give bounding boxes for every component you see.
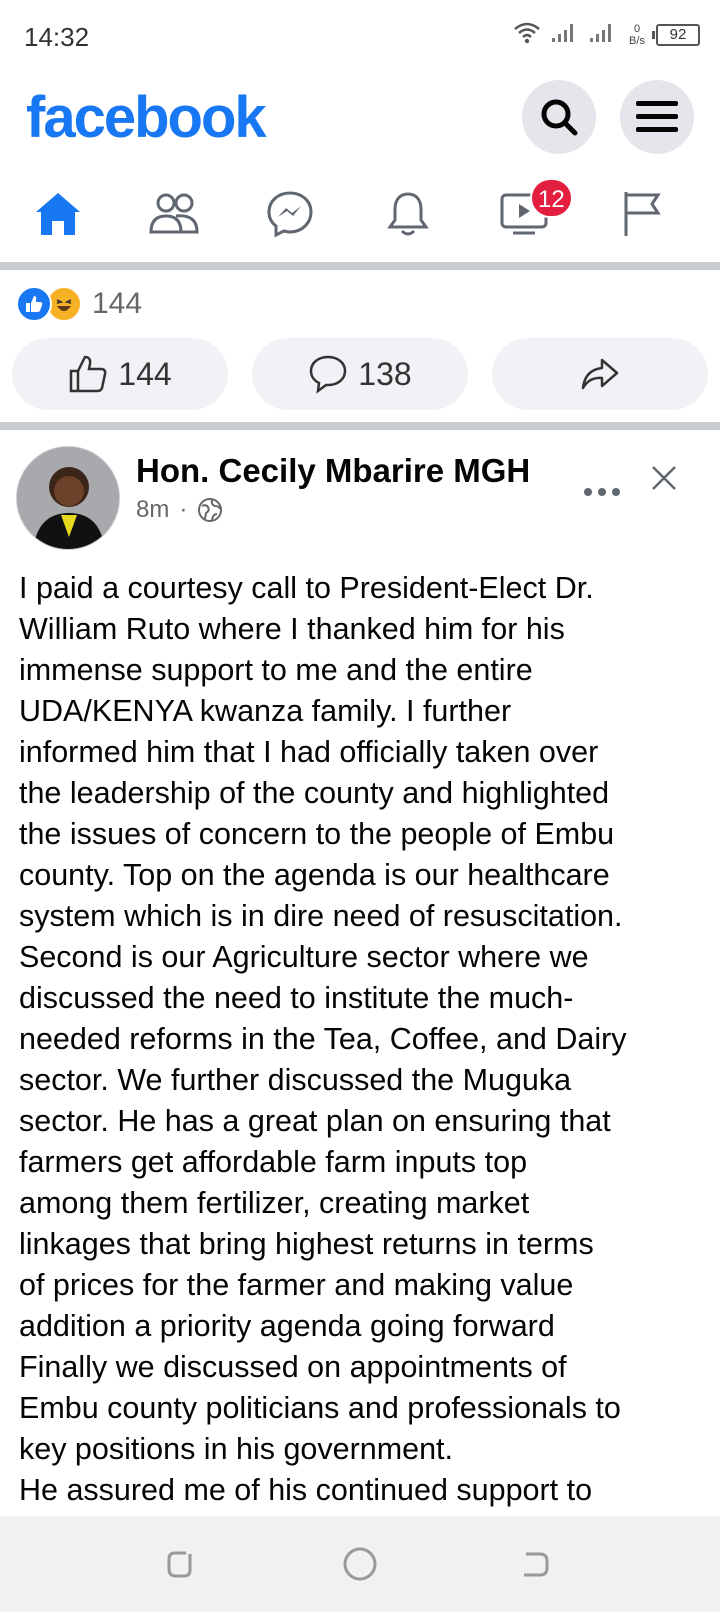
search-button[interactable] bbox=[522, 80, 596, 154]
thumbs-up-icon bbox=[70, 355, 107, 393]
tab-friends[interactable] bbox=[124, 172, 224, 256]
tab-messenger[interactable] bbox=[240, 172, 340, 256]
post-time[interactable]: 8m bbox=[136, 496, 169, 524]
tab-home[interactable] bbox=[8, 172, 108, 256]
more-options-button[interactable] bbox=[582, 468, 622, 507]
post-meta: 8m · bbox=[136, 496, 223, 524]
friends-icon bbox=[149, 193, 199, 234]
reactions-summary[interactable]: 144 bbox=[16, 284, 142, 324]
back-icon bbox=[524, 1552, 549, 1577]
comment-icon bbox=[310, 355, 347, 394]
more-horizontal-icon bbox=[584, 488, 620, 496]
recent-apps-button[interactable] bbox=[158, 1542, 202, 1586]
watch-badge: 12 bbox=[530, 178, 573, 218]
post-body: I paid a courtesy call to President-Elec… bbox=[19, 571, 627, 1507]
hide-post-button[interactable] bbox=[650, 464, 678, 497]
search-icon bbox=[541, 99, 578, 136]
hamburger-menu-icon bbox=[636, 101, 678, 132]
like-reaction-icon bbox=[16, 286, 52, 322]
system-nav-bar bbox=[0, 1516, 720, 1612]
close-icon bbox=[652, 466, 676, 490]
status-bar: 14:32 0 B/s 92 bbox=[0, 0, 720, 72]
post-header: Hon. Cecily Mbarire MGH 8m · bbox=[0, 440, 720, 560]
bell-icon bbox=[387, 192, 429, 236]
recent-apps-icon bbox=[167, 1551, 192, 1578]
section-divider bbox=[0, 262, 720, 270]
like-count: 144 bbox=[118, 355, 172, 392]
tab-notifications[interactable] bbox=[358, 172, 458, 256]
signal-icon-2 bbox=[588, 20, 618, 49]
network-speed-value: 0 bbox=[633, 22, 641, 35]
network-speed-unit: B/s bbox=[629, 34, 645, 47]
author-avatar[interactable] bbox=[16, 446, 120, 550]
globe-icon bbox=[198, 498, 223, 522]
app-header: facebook bbox=[0, 72, 720, 164]
home-icon bbox=[36, 193, 80, 235]
comment-button[interactable]: 138 bbox=[252, 338, 468, 410]
flag-icon bbox=[624, 192, 661, 236]
back-nav-button[interactable] bbox=[514, 1542, 558, 1586]
circle-home-icon bbox=[343, 1547, 377, 1581]
home-nav-button[interactable] bbox=[338, 1542, 382, 1586]
meta-separator: · bbox=[179, 496, 188, 523]
wifi-icon bbox=[512, 20, 542, 49]
post-author[interactable]: Hon. Cecily Mbarire MGH bbox=[136, 452, 530, 490]
share-icon bbox=[581, 358, 619, 390]
network-speed: 0 B/s bbox=[626, 23, 648, 47]
facebook-logo[interactable]: facebook bbox=[26, 84, 267, 151]
battery-level: 92 bbox=[669, 25, 687, 43]
tab-pages[interactable] bbox=[592, 172, 692, 256]
section-divider-2 bbox=[0, 422, 720, 430]
status-icons: 0 B/s 92 bbox=[512, 20, 700, 49]
tab-watch[interactable]: 12 bbox=[474, 172, 574, 256]
battery-icon: 92 bbox=[652, 23, 700, 46]
signal-icon bbox=[550, 20, 580, 49]
comment-count: 138 bbox=[358, 355, 412, 392]
status-time: 14:32 bbox=[24, 22, 90, 52]
nav-tabs: 12 bbox=[0, 172, 720, 264]
menu-button[interactable] bbox=[620, 80, 694, 154]
messenger-icon bbox=[267, 191, 313, 238]
share-button[interactable] bbox=[492, 338, 708, 410]
like-button[interactable]: 144 bbox=[12, 338, 228, 410]
reaction-count: 144 bbox=[92, 287, 143, 320]
